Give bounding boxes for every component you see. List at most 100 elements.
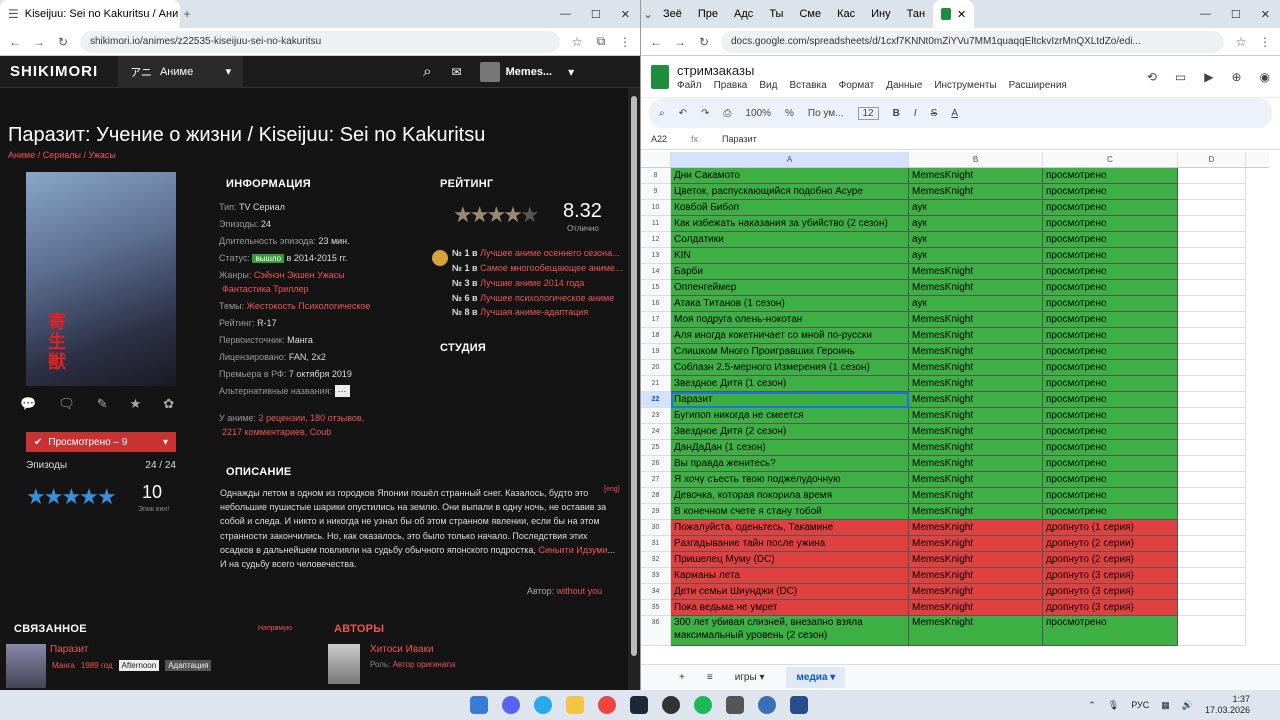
tab-item[interactable]: Ты	[761, 0, 791, 28]
menu-item[interactable]: Вид	[759, 80, 777, 91]
steam-icon[interactable]	[630, 696, 648, 714]
row-number[interactable]: 22	[641, 392, 671, 408]
cell-a[interactable]: Вы правда женитесь?	[671, 456, 909, 472]
cell-a[interactable]: Бугипоп никогда не смеется	[671, 408, 909, 424]
cell-a[interactable]: ДанДаДан (1 сезон)	[671, 440, 909, 456]
author-person[interactable]: Хитоси Иваки	[370, 644, 434, 655]
tab-item[interactable]: Пре	[690, 0, 726, 28]
tab-item[interactable]: Кас	[829, 0, 863, 28]
cell-a[interactable]: Барби	[671, 264, 909, 280]
row-number[interactable]: 33	[641, 568, 671, 584]
column-header-d[interactable]: D	[1178, 152, 1246, 167]
extension-icon[interactable]: ⧉	[594, 34, 608, 49]
anime-poster[interactable]: 寄生獣	[26, 172, 176, 386]
close-window-icon[interactable]: ✕	[621, 8, 630, 21]
cell-d[interactable]	[1178, 184, 1246, 200]
review-icon[interactable]: 🗨	[58, 396, 75, 412]
info-themes[interactable]: Темы: Жестокость Психологическое	[219, 301, 370, 311]
favorite-icon[interactable]: ★	[130, 396, 142, 412]
mail-icon[interactable]: ✉	[452, 65, 462, 79]
sheet-tab-games[interactable]: игры ▾	[735, 672, 765, 683]
cell-b[interactable]: MemesKnight	[909, 328, 1043, 344]
tab-search-icon[interactable]: ⌄	[641, 7, 655, 21]
watched-status-button[interactable]: ✔ Просмотрено – 9 ▾	[26, 432, 176, 452]
cell-b[interactable]: MemesKnight	[909, 616, 1043, 646]
row-number[interactable]: 32	[641, 552, 671, 568]
cell-a[interactable]: Пожалуйста, оденьтесь, Такамине	[671, 520, 909, 536]
minimize-icon[interactable]: —	[560, 8, 571, 21]
user-rating-stars[interactable]: ★★★★★	[26, 484, 117, 510]
cell-c[interactable]: дропнуто (1 серия)	[1043, 520, 1178, 536]
cell-b[interactable]: MemesKnight	[909, 168, 1043, 184]
cell-b[interactable]: аук	[909, 200, 1043, 216]
cell-b[interactable]: MemesKnight	[909, 440, 1043, 456]
reload-icon[interactable]: ↻	[56, 35, 70, 49]
cell-c[interactable]: просмотрено	[1043, 248, 1178, 264]
related-cover[interactable]	[6, 644, 46, 688]
cell-c[interactable]: просмотрено	[1043, 360, 1178, 376]
address-bar[interactable]: shikimori.io/animes/z22535-kiseijuu-sei-…	[80, 30, 560, 53]
cell-c[interactable]: просмотрено	[1043, 344, 1178, 360]
row-number[interactable]: 23	[641, 408, 671, 424]
cell-c[interactable]: дропнуто (3 серия)	[1043, 568, 1178, 584]
row-number[interactable]: 26	[641, 456, 671, 472]
maximize-icon[interactable]: ☐	[1231, 8, 1241, 21]
cell-d[interactable]	[1178, 280, 1246, 296]
cell-a[interactable]: Пока ведьма не умрет	[671, 600, 909, 616]
back-icon[interactable]: ←	[8, 35, 22, 49]
bold-icon[interactable]: B	[893, 108, 900, 119]
cell-b[interactable]: MemesKnight	[909, 536, 1043, 552]
cell-c[interactable]: просмотрено	[1043, 216, 1178, 232]
cell-b[interactable]: MemesKnight	[909, 376, 1043, 392]
app-icon[interactable]	[790, 696, 808, 714]
cell-b[interactable]: MemesKnight	[909, 520, 1043, 536]
info-alt-names[interactable]: Альтернативные названия: ···	[219, 385, 350, 397]
section-dropdown[interactable]: アニ Аниме ▾	[118, 55, 244, 88]
menu-item[interactable]: Файл	[677, 80, 702, 91]
menu-item[interactable]: Формат	[839, 80, 875, 91]
row-number[interactable]: 8	[641, 168, 671, 184]
cell-c[interactable]: просмотрено	[1043, 440, 1178, 456]
cell-a[interactable]: Аля иногда кокетничает со мной по-русски	[671, 328, 909, 344]
row-number[interactable]: 25	[641, 440, 671, 456]
info-genres-2[interactable]: Фантастика Триллер	[222, 284, 309, 294]
text-color-icon[interactable]: A	[951, 108, 958, 119]
rank-item[interactable]: № 3 в Лучшие аниме 2014 года	[452, 278, 624, 288]
cell-a[interactable]: В конечном счете я стану тобой	[671, 504, 909, 520]
print-icon[interactable]: ⎙	[723, 108, 731, 119]
info-genres[interactable]: Жанры: Сэйнэн Экшен Ужасы	[219, 270, 345, 280]
club-icon[interactable]: ✿	[163, 396, 174, 412]
share-icon[interactable]: ⊕	[1231, 70, 1241, 84]
back-icon[interactable]: ←	[649, 35, 663, 49]
cell-c[interactable]: просмотрено	[1043, 616, 1178, 646]
menu-item[interactable]: Вставка	[789, 80, 826, 91]
cell-c[interactable]: просмотрено	[1043, 376, 1178, 392]
cell-c[interactable]: просмотрено	[1043, 280, 1178, 296]
cell-a[interactable]: Дети семьи Шиунджи (DC)	[671, 584, 909, 600]
row-number[interactable]: 12	[641, 232, 671, 248]
breadcrumb[interactable]: Аниме / Сериалы / Ужасы	[8, 150, 116, 160]
sheet-tab-media[interactable]: медиа ▾	[786, 667, 846, 688]
sheets-logo-icon[interactable]	[651, 64, 669, 89]
cell-c[interactable]: просмотрено	[1043, 296, 1178, 312]
minimize-icon[interactable]: —	[1200, 8, 1211, 21]
chrome-icon[interactable]	[598, 696, 616, 714]
info-stats-2[interactable]: 2217 комментариев, Coub	[222, 427, 331, 437]
cell-a[interactable]: Карманы лета	[671, 568, 909, 584]
cell-b[interactable]: MemesKnight	[909, 312, 1043, 328]
spotify-icon[interactable]	[694, 696, 712, 714]
cell-d[interactable]	[1178, 376, 1246, 392]
rank-item[interactable]: № 8 в Лучшая аниме-адаптация	[452, 307, 624, 317]
cell-d[interactable]	[1178, 600, 1246, 616]
zoom-select[interactable]: 100%	[745, 108, 771, 119]
row-number[interactable]: 20	[641, 360, 671, 376]
cell-a[interactable]: Звездное Дитя (1 сезон)	[671, 376, 909, 392]
cell-c[interactable]: дропнуто (3 серия)	[1043, 584, 1178, 600]
author-photo[interactable]	[328, 644, 360, 684]
avatar[interactable]: ◉	[1260, 70, 1270, 84]
row-number[interactable]: 10	[641, 200, 671, 216]
strike-icon[interactable]: S	[931, 108, 938, 119]
cell-a[interactable]: Цветок, распускающийся подобно Асуре	[671, 184, 909, 200]
menu-item[interactable]: Инструменты	[934, 80, 996, 91]
cell-d[interactable]	[1178, 248, 1246, 264]
